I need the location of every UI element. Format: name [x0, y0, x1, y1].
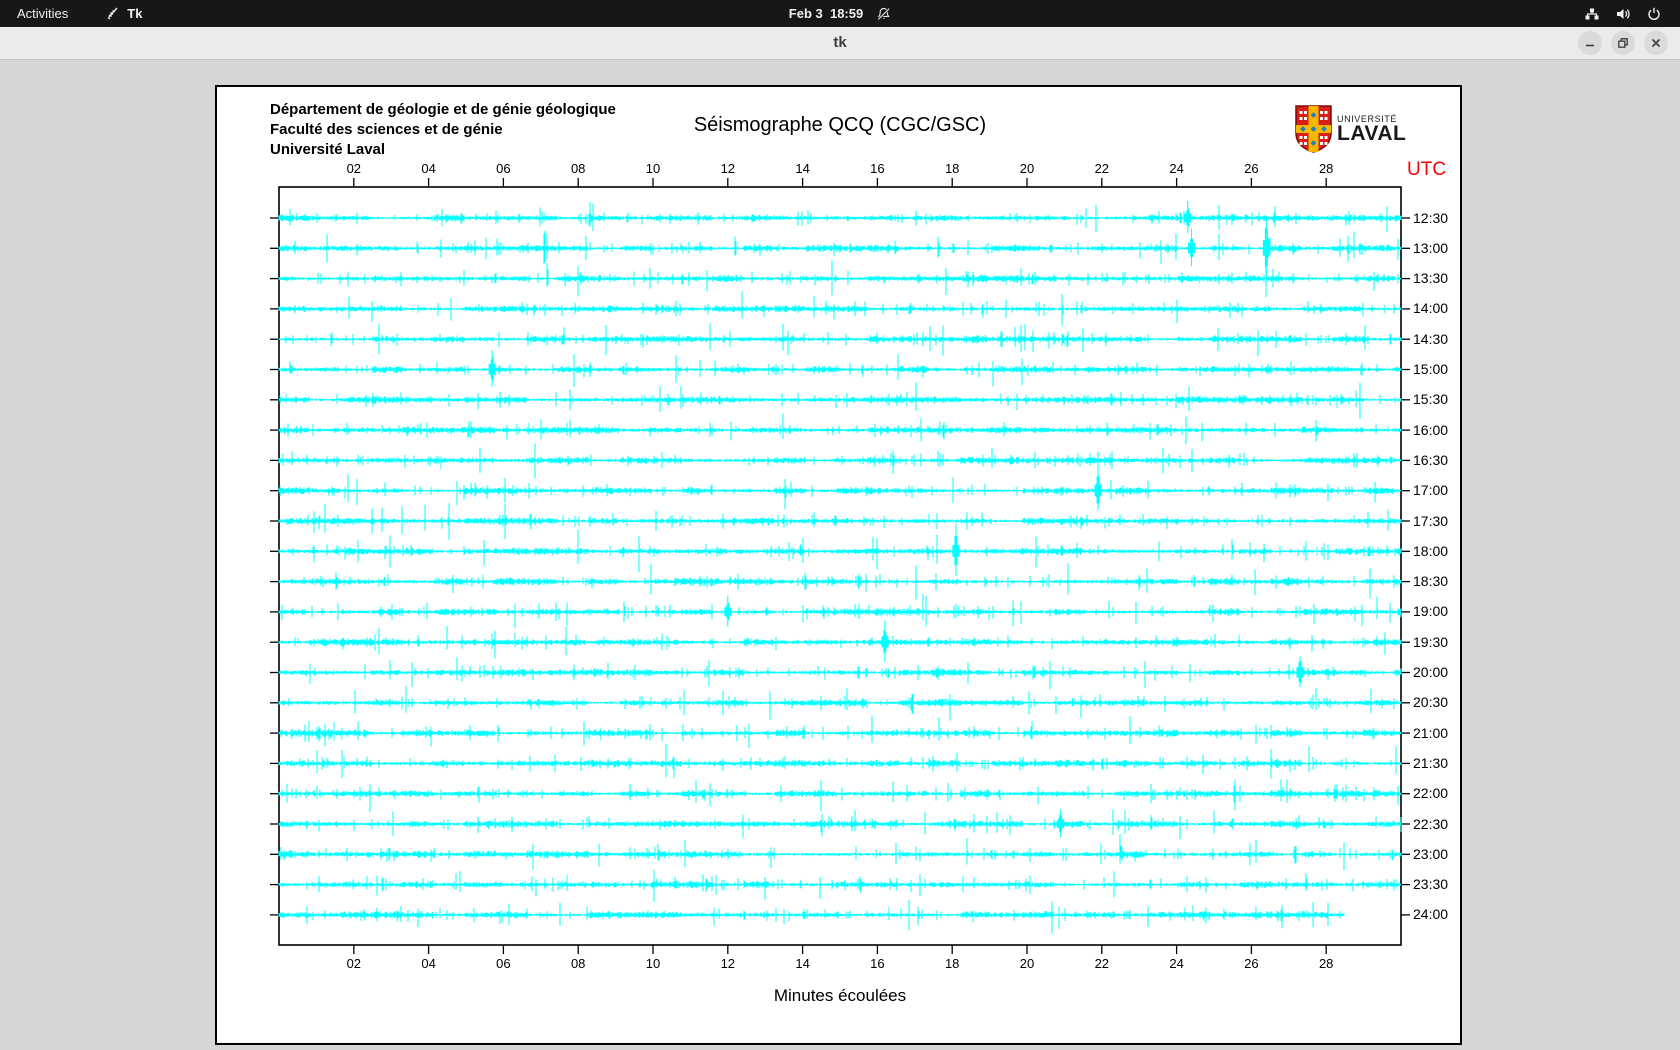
utc-time-label: 16:30	[1413, 451, 1449, 468]
x-tick-label-top: 06	[496, 161, 511, 176]
activities-button[interactable]: Activities	[0, 0, 85, 27]
seismogram-trace-row	[278, 201, 1402, 234]
x-tick-label-bottom: 12	[720, 956, 736, 971]
volume-icon	[1615, 6, 1631, 22]
x-tick-label-bottom: 28	[1318, 956, 1334, 971]
minimize-button[interactable]	[1578, 31, 1602, 55]
seismograph-plot	[270, 178, 1410, 954]
utc-time-label: 21:30	[1413, 754, 1449, 771]
x-tick-label-bottom: 20	[1019, 956, 1035, 971]
x-tick-label-top: 26	[1244, 161, 1259, 176]
seismogram-trace-row	[278, 382, 1402, 419]
x-tick-label-bottom: 02	[346, 956, 362, 971]
x-tick-label-top: 14	[795, 161, 810, 176]
x-tick-label-top: 08	[570, 161, 586, 176]
utc-time-label: 15:00	[1413, 361, 1449, 377]
x-tick-label-top: 20	[1019, 161, 1035, 176]
utc-time-label: 13:30	[1413, 270, 1449, 287]
seismogram-trace-row	[278, 779, 1402, 812]
utc-time-label: 23:30	[1413, 876, 1449, 893]
x-tick-label-top: 22	[1094, 161, 1110, 176]
seismogram-trace-row	[278, 869, 1402, 902]
x-tick-label-top: 10	[645, 161, 661, 176]
seismogram-trace-row	[278, 656, 1402, 690]
utc-time-label: 16:00	[1413, 421, 1449, 438]
utc-time-label: 20:00	[1413, 664, 1449, 680]
seismogram-trace-row	[278, 350, 1402, 388]
window-body: Département de géologie et de génie géol…	[0, 60, 1680, 1050]
seismogram-trace-row	[278, 809, 1402, 840]
close-button[interactable]	[1644, 31, 1668, 55]
utc-time-label: 19:30	[1413, 633, 1449, 650]
utc-time-label: 17:30	[1413, 512, 1449, 529]
x-tick-label-bottom: 22	[1094, 956, 1110, 971]
seismogram-trace-row	[278, 523, 1402, 576]
window-titlebar[interactable]: tk	[0, 27, 1680, 60]
seismogram-trace-row	[278, 503, 1402, 540]
utc-time-label: 21:00	[1413, 724, 1449, 741]
focused-app-menu[interactable]: Tk	[85, 0, 159, 27]
clock-label: Feb 3 18:59	[788, 6, 864, 21]
maximize-button[interactable]	[1611, 31, 1635, 55]
gnome-top-bar: Activities Tk Feb 3 18:59	[0, 0, 1680, 27]
utc-time-label: 22:00	[1413, 785, 1449, 802]
system-status-area[interactable]	[1584, 0, 1680, 27]
network-wired-icon	[1584, 6, 1600, 22]
utc-time-label: 14:30	[1413, 330, 1449, 347]
utc-time-label: 18:00	[1413, 542, 1449, 559]
focused-app-label: Tk	[127, 6, 143, 21]
seismogram-trace-row	[278, 686, 1402, 721]
x-tick-label-top: 28	[1318, 161, 1334, 176]
x-tick-label-bottom: 06	[496, 956, 511, 971]
seismogram-trace-row	[278, 323, 1402, 357]
seismogram-trace-row	[278, 260, 1402, 297]
plot-border	[278, 186, 1402, 946]
x-tick-label-top: 18	[944, 161, 960, 176]
seismogram-trace-row	[278, 620, 1402, 662]
x-tick-label-bottom: 08	[570, 956, 586, 971]
seismogram-trace-row	[278, 900, 1345, 934]
seismogram-trace-row	[278, 594, 1402, 629]
utc-time-label: 23:00	[1413, 845, 1449, 862]
seismogram-trace-row	[278, 563, 1402, 600]
clock-menu[interactable]: Feb 3 18:59	[789, 0, 891, 27]
seismogram-trace-row	[278, 743, 1402, 779]
seismogram-trace-row	[278, 715, 1402, 748]
seismogram-trace-row	[278, 469, 1402, 510]
seismogram-trace-row	[278, 413, 1402, 445]
utc-time-label: 19:00	[1413, 603, 1449, 620]
x-tick-label-bottom: 14	[795, 956, 810, 971]
x-tick-label-bottom: 10	[645, 956, 661, 971]
x-tick-label-bottom: 16	[870, 956, 885, 971]
x-tick-label-bottom: 24	[1169, 956, 1184, 971]
tk-feather-icon	[105, 6, 120, 21]
x-tick-label-bottom: 26	[1244, 956, 1259, 971]
seismogram-trace-row	[278, 291, 1402, 326]
window-title: tk	[833, 34, 847, 51]
seismograph-canvas: Département de géologie et de génie géol…	[215, 85, 1462, 1045]
window-controls	[1578, 31, 1668, 55]
seismogram-trace-row	[278, 215, 1402, 278]
desktop: Activities Tk Feb 3 18:59 tk Département…	[0, 0, 1680, 1050]
utc-time-label: 24:00	[1413, 906, 1449, 923]
utc-time-label: 20:30	[1413, 694, 1449, 711]
x-tick-label-top: 02	[346, 161, 362, 176]
utc-time-label: 22:30	[1413, 815, 1449, 832]
utc-time-label: 18:30	[1413, 573, 1449, 590]
seismogram-trace-row	[278, 443, 1402, 478]
utc-time-label: 15:30	[1413, 391, 1449, 408]
power-icon	[1646, 6, 1662, 22]
x-tick-label-top: 12	[720, 161, 736, 176]
utc-time-label: 12:30	[1413, 209, 1449, 226]
utc-time-label: 17:00	[1413, 482, 1449, 499]
x-tick-label-bottom: 18	[944, 956, 960, 971]
x-tick-label-top: 04	[421, 161, 436, 176]
utc-time-label: 13:00	[1413, 239, 1449, 256]
x-tick-label-top: 16	[870, 161, 885, 176]
utc-time-label: 14:00	[1413, 300, 1449, 317]
x-tick-label-top: 24	[1169, 161, 1184, 176]
seismogram-trace-row	[278, 834, 1402, 871]
notifications-muted-icon	[877, 7, 891, 21]
x-tick-label-bottom: 04	[421, 956, 436, 971]
